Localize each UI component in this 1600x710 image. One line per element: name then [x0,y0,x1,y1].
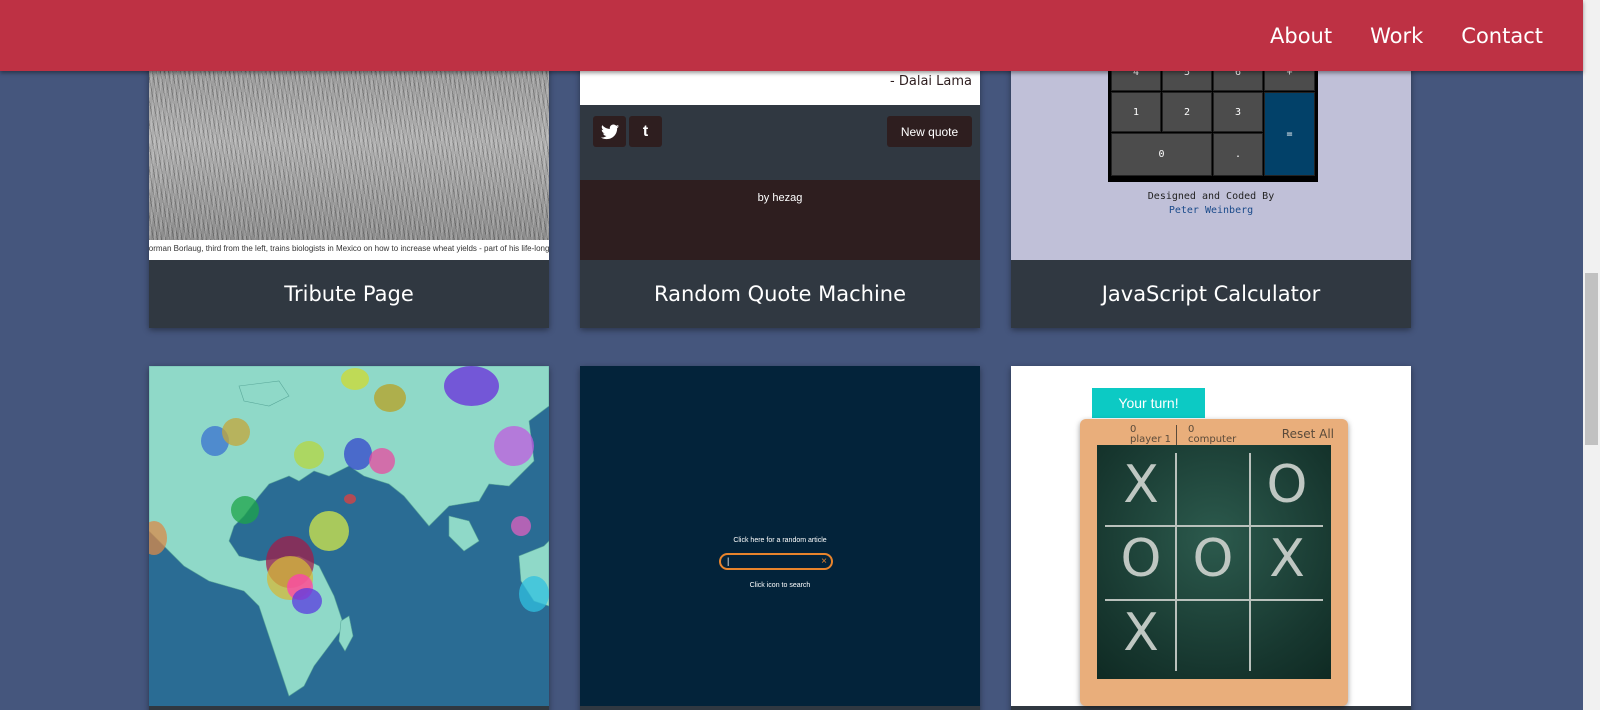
twitter-share-button[interactable] [593,116,626,147]
map-landmass [149,366,549,697]
calculator-credit: Designed and Coded By Peter Weinberg [1011,190,1411,218]
calc-key: . [1213,133,1263,176]
tic-tac-toe-screenshot: Your turn! 0 player 1 0 computer Reset A… [1011,366,1411,706]
project-title: Tribute Page [284,282,414,306]
map-bubble [294,441,324,469]
turn-banner: Your turn! [1092,388,1205,418]
map-bubble [511,516,531,536]
project-title: JavaScript Calculator [1101,282,1321,306]
map-bubble [444,366,499,406]
calc-key-equals: = [1264,92,1315,176]
board-cell: O [1192,529,1234,589]
credit-line: Designed and Coded By [1147,191,1275,202]
map-bubble [374,384,406,412]
map-bubble [222,418,250,446]
board-cell: X [1123,603,1159,663]
map-bubble [519,576,549,612]
twitter-icon [600,124,619,139]
clear-icon: × [821,556,827,567]
map-bubble [309,511,349,551]
wiki-viewer-screenshot: Click here for a random article | × Clic… [580,366,980,706]
computer-score: 0 computer [1188,425,1236,445]
project-tile-tic-tac-toe[interactable]: Your turn! 0 player 1 0 computer Reset A… [1011,366,1411,710]
wiki-search-input: | × [719,553,833,570]
board-cell [1177,597,1249,669]
nav-link-about[interactable]: About [1270,24,1332,48]
player1-score: 0 player 1 [1130,425,1171,445]
score-divider [1176,425,1177,445]
calc-key-zero: 0 [1111,133,1212,176]
map-bubble [292,588,322,614]
project-tile-wiki-viewer[interactable]: Click here for a random article | × Clic… [580,366,980,710]
input-cursor: | [727,556,730,566]
random-article-link: Click here for a random article [733,537,827,544]
navbar: About Work Contact [0,0,1583,71]
nav-link-work[interactable]: Work [1370,24,1423,48]
calc-key: 1 [1111,92,1161,132]
map-bubble [341,368,369,390]
map-bubble [344,494,356,504]
project-title: Random Quote Machine [653,282,907,306]
map-bubble [231,496,259,524]
quote-footer: by hezag [580,180,980,260]
board-cell: X [1269,529,1305,589]
tumblr-share-button[interactable]: t [629,116,662,147]
board-cell [1177,449,1249,521]
calc-key: 2 [1162,92,1212,132]
map-bubble [494,426,534,466]
calc-key: 3 [1213,92,1263,132]
world-map-screenshot [149,366,549,706]
board-cell: O [1120,529,1162,589]
nav-links: About Work Contact [1232,0,1543,71]
game-board: X O O O X X [1097,445,1331,679]
nav-link-contact[interactable]: Contact [1461,24,1543,48]
project-tile-map[interactable] [149,366,549,710]
credit-author: Peter Weinberg [1168,205,1254,216]
map-bubble [344,438,372,470]
scrollbar-thumb[interactable] [1585,273,1598,445]
game-frame: 0 player 1 0 computer Reset All X O O O … [1080,419,1348,706]
board-cell [1251,597,1323,669]
search-hint: Click icon to search [749,582,811,589]
tumblr-icon: t [642,122,649,140]
new-quote-button[interactable]: New quote [887,116,972,147]
board-cell: O [1266,455,1308,515]
player1-label: player 1 [1130,434,1171,445]
footer-credit: by hezag [757,192,803,204]
photo-caption: Norman Borlaug, third from the left, tra… [149,240,549,260]
map-bubble [369,448,395,474]
reset-all-button: Reset All [1281,427,1334,441]
board-cell: X [1123,455,1159,515]
page-scrollbar[interactable] [1583,0,1600,710]
quote-author: - Dalai Lama [890,74,972,89]
computer-label: computer [1188,434,1237,445]
